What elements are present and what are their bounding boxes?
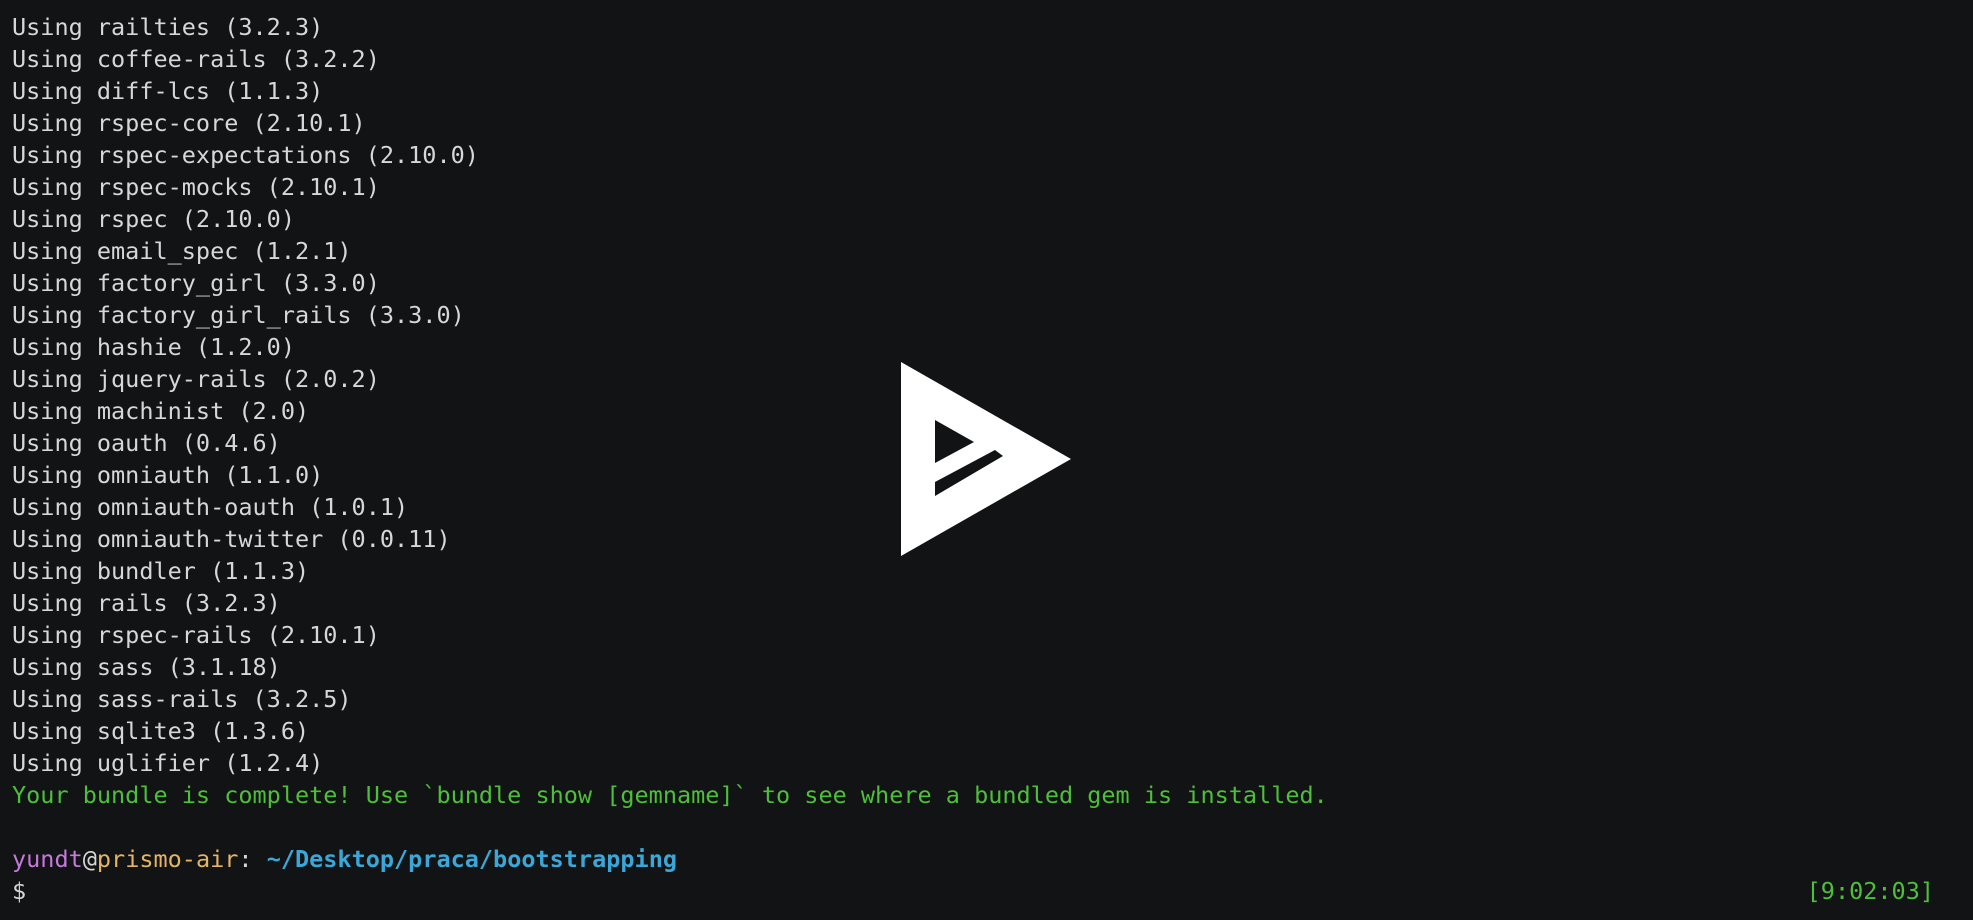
play-button[interactable]	[901, 362, 1071, 556]
output-line: Using email_spec (1.2.1)	[12, 237, 352, 265]
prompt-clock: [9:02:03]	[1806, 877, 1934, 905]
prompt-colon: :	[238, 845, 267, 873]
output-line: Using railties (3.2.3)	[12, 13, 324, 41]
output-line: Using rspec-core (2.10.1)	[12, 109, 366, 137]
output-line: Using rspec-expectations (2.10.0)	[12, 141, 479, 169]
prompt-user: yundt	[12, 845, 83, 873]
prompt-path: ~/Desktop/praca/bootstrapping	[266, 845, 677, 873]
output-line: Using factory_girl (3.3.0)	[12, 269, 380, 297]
output-line: Using factory_girl_rails (3.3.0)	[12, 301, 465, 329]
output-line: Using sass-rails (3.2.5)	[12, 685, 352, 713]
output-line: Using sqlite3 (1.3.6)	[12, 717, 310, 745]
output-line: Using hashie (1.2.0)	[12, 333, 295, 361]
bundle-success-message: Your bundle is complete! Use `bundle sho…	[12, 781, 1328, 809]
prompt-line: yundt@prismo-air: ~/Desktop/praca/bootst…	[12, 843, 1962, 875]
output-line: Using uglifier (1.2.4)	[12, 749, 324, 777]
prompt-symbol: $	[12, 877, 27, 905]
output-line: Using diff-lcs (1.1.3)	[12, 77, 324, 105]
command-line[interactable]: $ [9:02:03]	[12, 875, 1962, 907]
output-line: Using rails (3.2.3)	[12, 589, 281, 617]
output-line: Using coffee-rails (3.2.2)	[12, 45, 380, 73]
output-line: Using bundler (1.1.3)	[12, 557, 310, 585]
output-line: Using rspec-mocks (2.10.1)	[12, 173, 380, 201]
output-line: Using rspec (2.10.0)	[12, 205, 295, 233]
prompt-host: prismo-air	[96, 845, 239, 873]
output-line: Using rspec-rails (2.10.1)	[12, 621, 380, 649]
prompt-at: @	[82, 845, 97, 873]
output-line: Using sass (3.1.18)	[12, 653, 281, 681]
asciinema-play-icon	[901, 362, 1071, 556]
